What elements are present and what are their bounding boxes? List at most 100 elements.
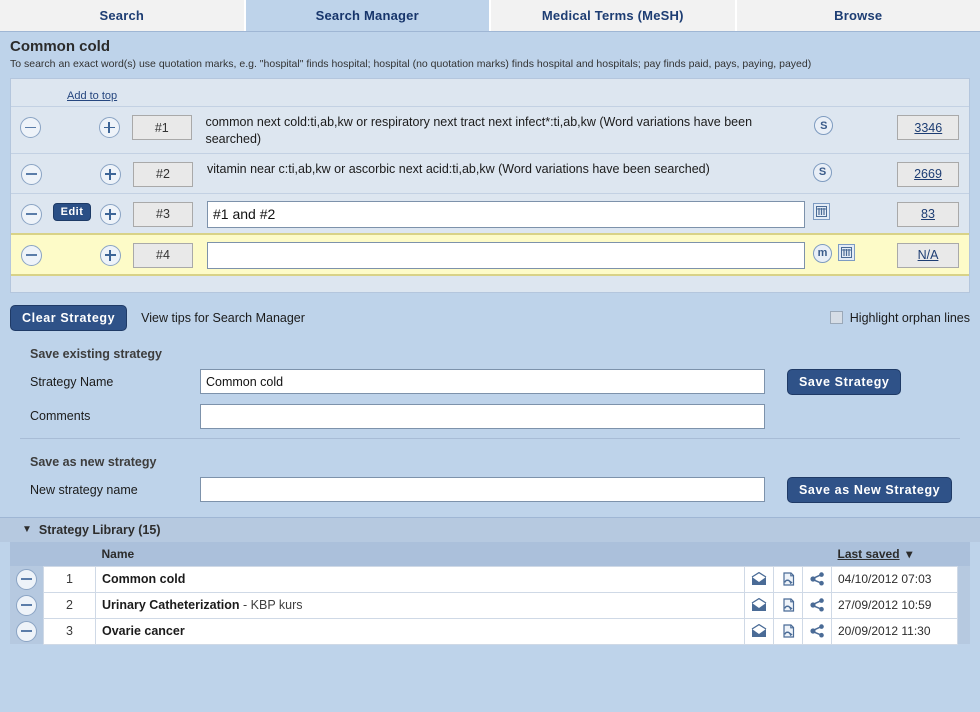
add-to-top-link[interactable]: Add to top: [67, 90, 117, 102]
row-name[interactable]: Ovarie cancer: [95, 617, 745, 645]
strategy-name-row: Strategy Name Save Strategy: [30, 368, 970, 395]
add-row-icon[interactable]: [98, 117, 120, 138]
row-icons-cell: S: [813, 159, 887, 182]
edit-cell: [51, 159, 93, 163]
sort-descending-icon[interactable]: ▾: [903, 547, 912, 561]
new-strategy-name-input[interactable]: [200, 477, 765, 503]
clear-strategy-button[interactable]: Clear Strategy: [10, 304, 128, 331]
query-text: vitamin near c:ti,ab,kw or ascorbic next…: [207, 161, 710, 176]
row-name-bold: Urinary Catheterization: [102, 598, 240, 613]
comments-input[interactable]: [200, 403, 765, 429]
strategy-library-table: Name Last saved ▾ 1 Common cold 04/10/20…: [10, 541, 970, 645]
m-circle-icon[interactable]: m: [813, 243, 832, 263]
add-row-icon[interactable]: [99, 163, 121, 185]
add-row-cell: [93, 159, 127, 185]
remove-strategy-icon[interactable]: [16, 568, 37, 590]
save-as-new-strategy-button[interactable]: Save as New Strategy: [787, 476, 953, 503]
share-icon[interactable]: [802, 591, 832, 619]
grid-icon[interactable]: [838, 243, 855, 261]
line-number-button[interactable]: #1: [131, 115, 192, 140]
tab-label: Search: [99, 8, 145, 23]
collapse-caret-icon[interactable]: ▼: [22, 524, 32, 535]
view-tips-link[interactable]: View tips for Search Manager: [141, 311, 305, 325]
remove-strategy-icon[interactable]: [16, 620, 37, 642]
envelope-upload-icon[interactable]: [744, 617, 774, 645]
th-last-saved-label: Last saved: [837, 546, 900, 561]
row-name-bold: Common cold: [102, 572, 186, 587]
th-last-saved[interactable]: Last saved ▾: [831, 541, 958, 567]
search-rows-panel: Add to top #1 common next cold:ti,ab,kw …: [10, 78, 970, 293]
th-name[interactable]: Name: [95, 541, 745, 567]
tab-search[interactable]: Search: [0, 0, 246, 31]
row-icons-cell: [813, 199, 887, 220]
tab-medical-terms[interactable]: Medical Terms (MeSH): [491, 0, 737, 31]
add-to-top-row: Add to top: [11, 85, 969, 106]
result-count-link[interactable]: 83: [897, 201, 959, 227]
tab-browse[interactable]: Browse: [736, 0, 980, 31]
remove-row-icon[interactable]: [20, 163, 42, 185]
comments-row: Comments: [30, 403, 970, 429]
strategy-library: ▼ Strategy Library (15) Name Last saved …: [0, 516, 980, 645]
row-name[interactable]: Urinary Catheterization - KBP kurs: [95, 591, 745, 619]
strategy-library-header[interactable]: ▼ Strategy Library (15): [0, 516, 980, 542]
row-index: 2: [43, 591, 96, 619]
controls-top-row: Clear Strategy View tips for Search Mana…: [10, 304, 970, 331]
line-number-button[interactable]: #3: [133, 201, 193, 227]
save-strategy-button[interactable]: Save Strategy: [787, 368, 902, 395]
th-right-spacer: [957, 541, 970, 567]
tab-label: Medical Terms (MeSH): [541, 8, 684, 23]
highlight-orphan-label: Highlight orphan lines: [849, 310, 970, 325]
query-cell: vitamin near c:ti,ab,kw or ascorbic next…: [199, 159, 813, 178]
add-row-icon[interactable]: [99, 244, 121, 266]
edit-cell: Edit: [51, 199, 93, 221]
strategy-controls: Clear Strategy View tips for Search Mana…: [0, 293, 980, 503]
query-input[interactable]: [207, 241, 805, 269]
highlight-orphan-checkbox[interactable]: [829, 311, 843, 325]
row-remove-cell: [10, 618, 44, 645]
th-spacer: [10, 541, 44, 567]
line-number-button[interactable]: #2: [133, 161, 193, 187]
edit-button[interactable]: Edit: [52, 202, 92, 221]
remove-row-icon[interactable]: [20, 117, 42, 138]
edit-cell: [51, 112, 93, 116]
edit-cell: [51, 240, 93, 244]
share-icon[interactable]: [802, 565, 832, 593]
remove-row-icon[interactable]: [20, 244, 42, 266]
row-last-saved: 20/09/2012 11:30: [831, 617, 958, 645]
envelope-upload-icon[interactable]: [744, 565, 774, 593]
document-copy-icon[interactable]: [773, 565, 803, 593]
document-copy-icon[interactable]: [773, 591, 803, 619]
s-circle-icon[interactable]: S: [814, 116, 834, 135]
remove-row-cell: [11, 199, 51, 225]
tab-search-manager[interactable]: Search Manager: [245, 0, 491, 31]
tab-label: Search Manager: [315, 8, 419, 23]
th-copy-icon: [773, 541, 803, 567]
grid-icon[interactable]: [813, 202, 830, 220]
remove-row-cell: [11, 240, 51, 266]
remove-strategy-icon[interactable]: [16, 594, 37, 616]
row-right-spacer: [957, 618, 970, 645]
query-cell: [199, 240, 813, 269]
result-count-cell: 3346: [888, 112, 969, 140]
page-title: Common cold: [10, 38, 110, 55]
envelope-upload-icon[interactable]: [744, 591, 774, 619]
line-number-cell: #2: [127, 159, 199, 187]
document-copy-icon[interactable]: [773, 617, 803, 645]
add-row-icon[interactable]: [99, 203, 121, 225]
strategy-library-title: Strategy Library (15): [38, 522, 161, 537]
s-circle-icon[interactable]: S: [813, 162, 832, 182]
query-input[interactable]: [207, 200, 805, 228]
new-strategy-name-label: New strategy name: [30, 482, 138, 497]
remove-row-icon[interactable]: [20, 203, 42, 225]
result-count-link[interactable]: N/A: [897, 242, 959, 268]
share-icon[interactable]: [802, 617, 832, 645]
row-right-spacer: [957, 566, 970, 593]
strategy-name-input[interactable]: [200, 369, 765, 395]
tab-label: Browse: [834, 8, 883, 23]
row-name[interactable]: Common cold: [95, 565, 745, 593]
line-number-button[interactable]: #4: [133, 242, 193, 268]
result-count-link[interactable]: 3346: [897, 115, 960, 140]
result-count-link[interactable]: 2669: [897, 161, 959, 187]
row-name-bold: Ovarie cancer: [102, 624, 185, 639]
row-right-spacer: [957, 592, 970, 619]
